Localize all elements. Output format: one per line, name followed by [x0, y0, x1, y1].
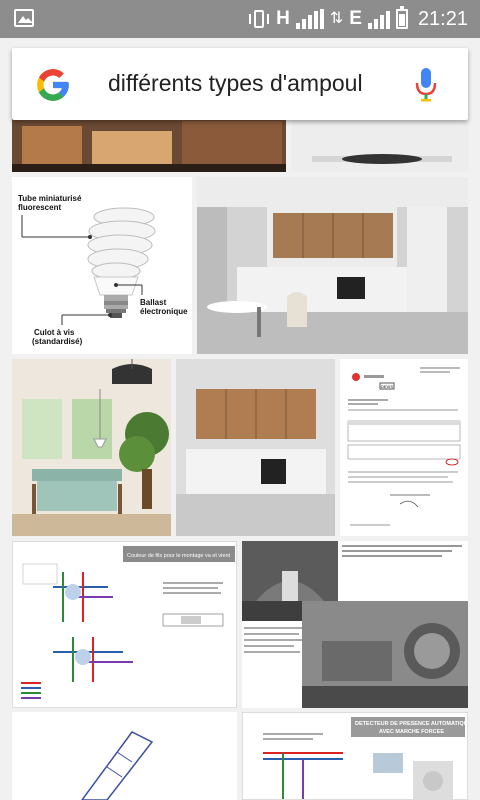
image-result-wiring-diagram[interactable]: Couleur de fils pour le montage va et vi… — [12, 541, 237, 708]
svg-text:Tube miniaturisé: Tube miniaturisé — [18, 194, 82, 203]
gallery-icon — [14, 9, 34, 27]
battery-icon — [395, 6, 408, 29]
image-result-devis-document[interactable]: DEVIS — [340, 359, 468, 536]
svg-text:AVEC MARCHE FORCEE: AVEC MARCHE FORCEE — [379, 729, 444, 735]
image-result-cable-drawing[interactable] — [12, 712, 237, 800]
image-result-light-top[interactable] — [292, 116, 468, 172]
svg-text:Culot à vis: Culot à vis — [34, 328, 75, 337]
svg-text:électronique: électronique — [140, 307, 188, 316]
image-result-white-kitchen[interactable] — [197, 177, 468, 354]
vibrate-icon — [248, 8, 270, 30]
data-arrows-icon: ⇅ — [329, 10, 344, 27]
network-type-label: H — [276, 8, 290, 29]
svg-text:(standardisé): (standardisé) — [32, 337, 83, 346]
signal-icon — [295, 9, 324, 29]
status-bar: H ⇅ E 21:21 — [0, 0, 480, 38]
clock: 21:21 — [417, 7, 468, 30]
kitchen-image — [12, 116, 286, 172]
image-result-kitchen-2[interactable] — [176, 359, 335, 536]
image-result-presence-detector[interactable]: DETECTEUR DE PRESENCE AUTOMATIQUE AVEC M… — [242, 712, 468, 800]
svg-text:Couleur de fils pour le montag: Couleur de fils pour le montage va et vi… — [127, 553, 231, 559]
image-results-grid: Tube miniaturisé fluorescent Ballast éle… — [0, 38, 480, 800]
svg-text:Ballast: Ballast — [140, 298, 167, 307]
status-icons: H ⇅ E 21:21 — [248, 6, 468, 32]
microphone-icon[interactable] — [414, 66, 438, 104]
svg-text:fluorescent: fluorescent — [18, 203, 61, 212]
search-bar[interactable]: différents types d'ampoul — [12, 48, 468, 120]
svg-text:DETECTEUR DE PRESENCE AUTOMATI: DETECTEUR DE PRESENCE AUTOMATIQUE — [355, 721, 468, 727]
image-result-dining-room[interactable] — [12, 359, 171, 536]
signal-icon-2 — [367, 9, 390, 29]
image-result-engraving-industry[interactable] — [242, 541, 468, 708]
google-g-icon[interactable] — [34, 66, 72, 104]
search-query[interactable]: différents types d'ampoul — [108, 70, 398, 97]
image-result-bulb-diagram[interactable]: Tube miniaturisé fluorescent Ballast éle… — [12, 177, 192, 354]
svg-text:DEVIS: DEVIS — [381, 384, 393, 389]
network-type-label-2: E — [349, 8, 362, 29]
image-result-kitchen-top[interactable] — [12, 116, 286, 172]
